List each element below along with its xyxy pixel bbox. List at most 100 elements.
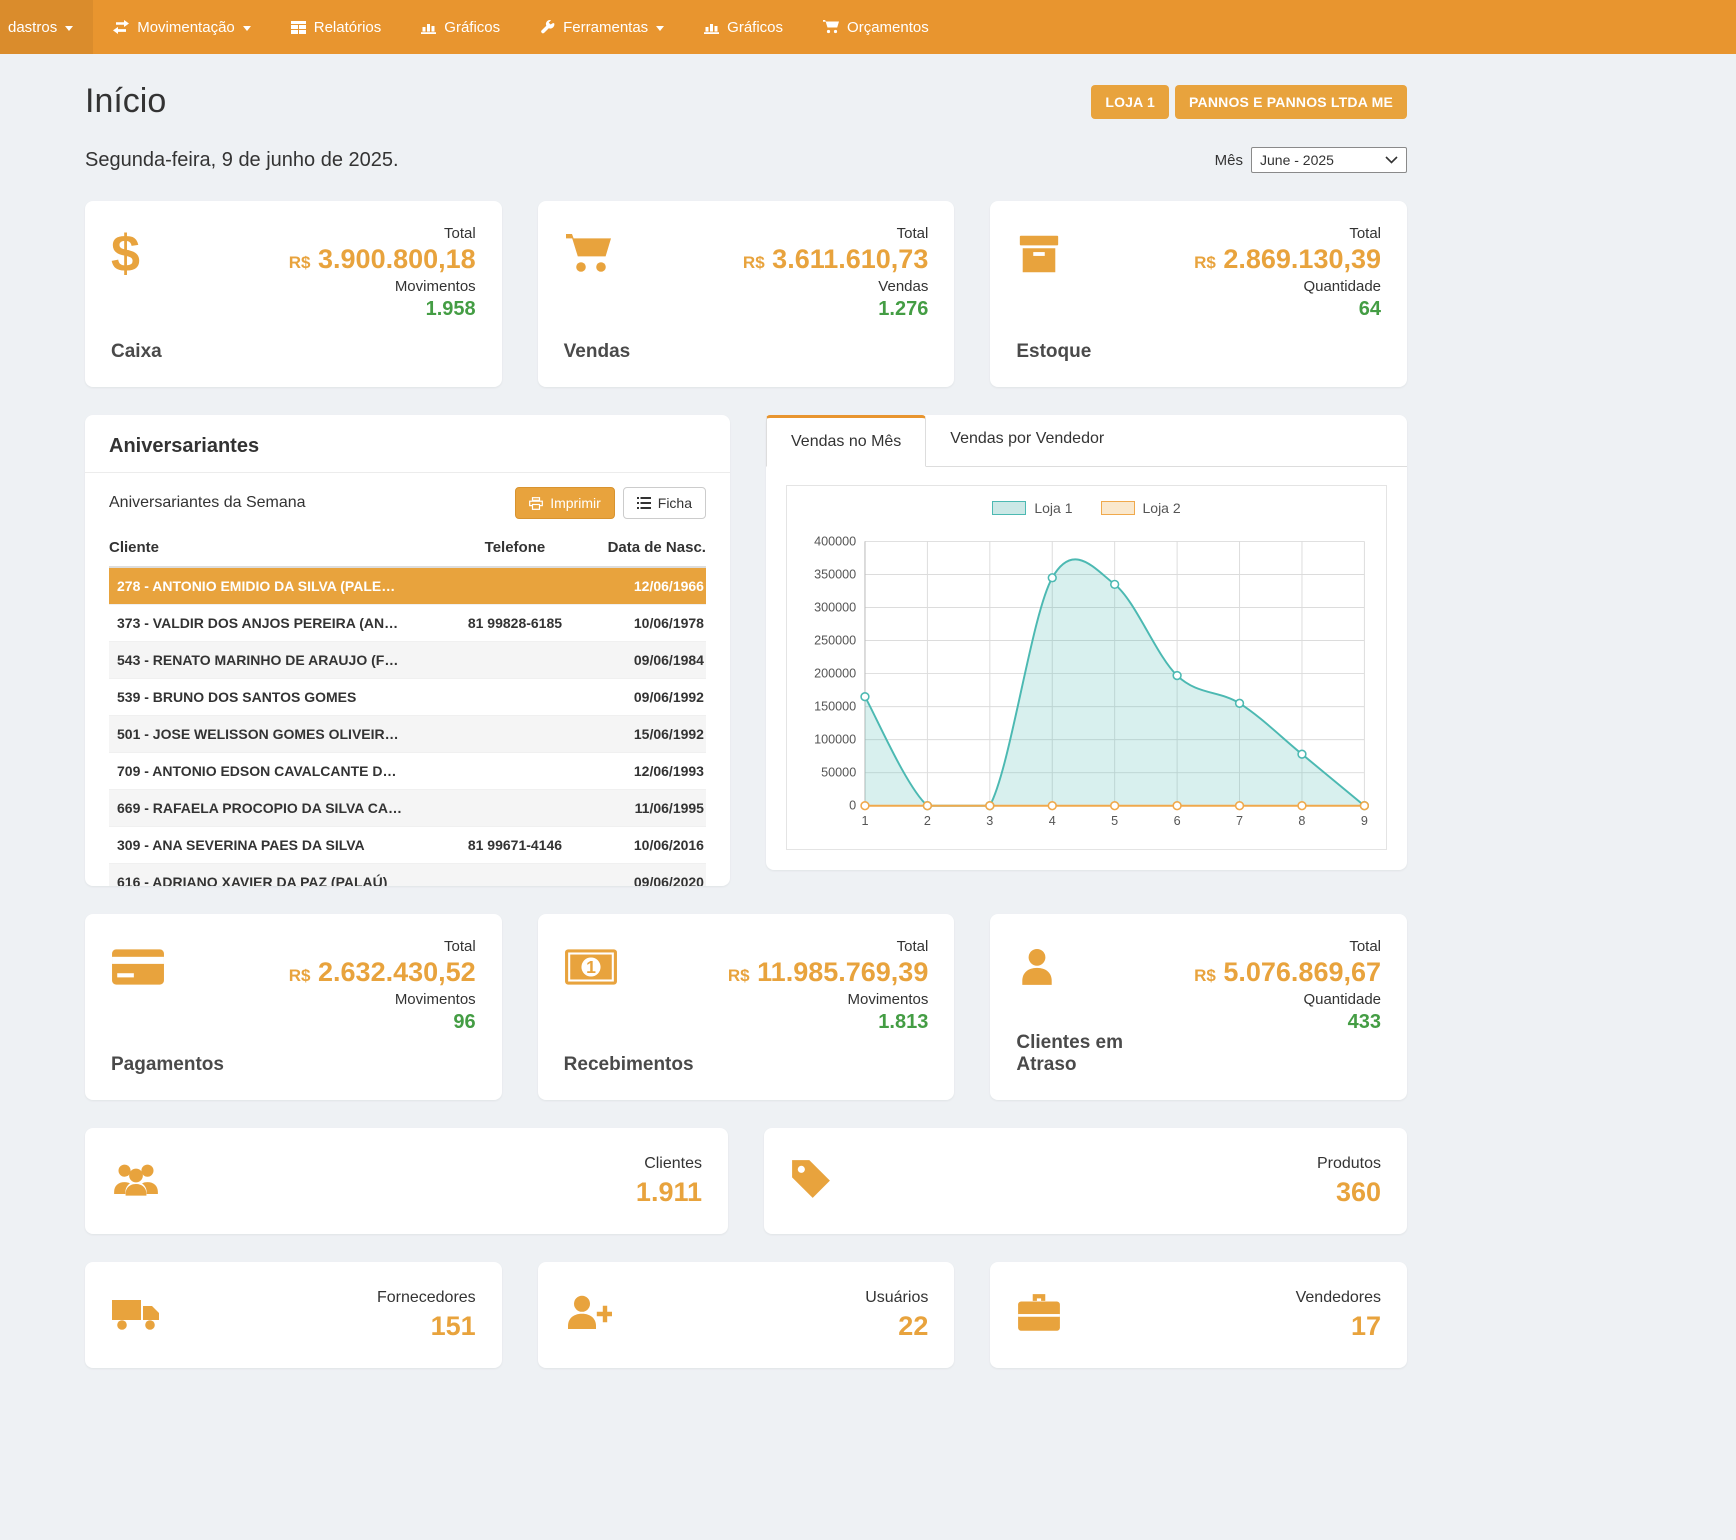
- table-row[interactable]: 278 - ANTONIO EMIDIO DA SILVA (PALE…12/0…: [109, 568, 706, 605]
- total-label: Total: [728, 938, 928, 955]
- person-icon: [1016, 938, 1166, 996]
- caixa-count: 1.958: [289, 298, 476, 321]
- date-text: Segunda-feira, 9 de junho de 2025.: [85, 149, 399, 172]
- total-label: Total: [289, 225, 476, 242]
- svg-text:400000: 400000: [814, 534, 856, 548]
- clientes-label: Clientes: [636, 1155, 702, 1173]
- table-row[interactable]: 501 - JOSE WELISSON GOMES OLIVEIR…15/06/…: [109, 716, 706, 753]
- svg-text:9: 9: [1361, 814, 1368, 828]
- exchange-icon: [113, 20, 129, 34]
- nav-ferramentas[interactable]: Ferramentas: [520, 0, 684, 54]
- nav-graficos-1-label: Gráficos: [444, 19, 500, 36]
- list-icon: [637, 497, 651, 509]
- store-button[interactable]: LOJA 1: [1091, 85, 1169, 119]
- imprimir-button[interactable]: Imprimir: [515, 487, 615, 519]
- table-row[interactable]: 309 - ANA SEVERINA PAES DA SILVA81 99671…: [109, 827, 706, 864]
- month-select-value: June - 2025: [1260, 152, 1334, 168]
- chart-legend: Loja 1 Loja 2: [795, 500, 1378, 516]
- vendedores-value: 17: [1296, 1311, 1381, 1342]
- svg-text:8: 8: [1298, 814, 1305, 828]
- pagamentos-total: R$ 2.632.430,52: [289, 958, 476, 988]
- report-icon: [291, 21, 306, 34]
- dollar-icon: $: [111, 225, 162, 283]
- svg-text:150000: 150000: [814, 699, 856, 713]
- nav-cadastros[interactable]: dastros: [0, 0, 93, 54]
- clientes-atraso-title: Clientes em Atraso: [1016, 1032, 1166, 1076]
- nav-relatorios[interactable]: Relatórios: [271, 0, 402, 54]
- column-cliente: Cliente: [109, 539, 443, 556]
- svg-text:2: 2: [924, 814, 931, 828]
- pagamentos-card: Pagamentos Total R$ 2.632.430,52 Movimen…: [85, 914, 502, 1100]
- caixa-total: R$ 3.900.800,18: [289, 245, 476, 275]
- clientes-atraso-card: Clientes em Atraso Total R$ 5.076.869,67…: [990, 914, 1407, 1100]
- money-icon: 1: [564, 938, 694, 996]
- tab-vendas-no-mes[interactable]: Vendas no Mês: [766, 415, 926, 467]
- nav-movimentacao-label: Movimentação: [137, 19, 235, 36]
- loja2-swatch: [1101, 501, 1135, 515]
- company-button[interactable]: PANNOS E PANNOS LTDA ME: [1175, 85, 1407, 119]
- briefcase-icon: [1016, 1293, 1062, 1338]
- nav-graficos-1[interactable]: Gráficos: [401, 0, 520, 54]
- svg-text:1: 1: [861, 814, 868, 828]
- chevron-down-icon: [65, 26, 73, 31]
- ficha-button[interactable]: Ficha: [623, 487, 706, 519]
- page-content: Início LOJA 1 PANNOS E PANNOS LTDA ME Se…: [85, 82, 1407, 1418]
- recebimentos-card: 1 Recebimentos Total R$ 11.985.769,39 Mo…: [538, 914, 955, 1100]
- nav-cadastros-label: dastros: [8, 19, 57, 36]
- nav-movimentacao[interactable]: Movimentação: [93, 0, 271, 54]
- box-icon: [1016, 225, 1091, 283]
- vendas-total: R$ 3.611.610,73: [743, 245, 928, 275]
- loja1-swatch: [992, 501, 1026, 515]
- quantidade-label: Quantidade: [1194, 991, 1381, 1008]
- page-title: Início: [85, 82, 166, 121]
- table-row[interactable]: 543 - RENATO MARINHO DE ARAUJO (F…09/06/…: [109, 642, 706, 679]
- recebimentos-title: Recebimentos: [564, 1054, 694, 1076]
- chevron-down-icon: [243, 26, 251, 31]
- table-row[interactable]: 539 - BRUNO DOS SANTOS GOMES09/06/1992: [109, 679, 706, 716]
- svg-text:100000: 100000: [814, 733, 856, 747]
- truck-icon: [111, 1293, 161, 1338]
- fornecedores-value: 151: [377, 1311, 476, 1342]
- users-icon: [111, 1158, 161, 1205]
- vendedores-label: Vendedores: [1296, 1289, 1381, 1307]
- tab-vendas-por-vendedor[interactable]: Vendas por Vendedor: [926, 415, 1128, 466]
- clientes-card: Clientes 1.911: [85, 1128, 728, 1234]
- nav-graficos-2[interactable]: Gráficos: [684, 0, 803, 54]
- table-row[interactable]: 373 - VALDIR DOS ANJOS PEREIRA (AN…81 99…: [109, 605, 706, 642]
- svg-text:7: 7: [1236, 814, 1243, 828]
- column-telefone: Telefone: [443, 539, 586, 556]
- table-row[interactable]: 709 - ANTONIO EDSON CAVALCANTE D…12/06/1…: [109, 753, 706, 790]
- produtos-label: Produtos: [1317, 1155, 1381, 1173]
- svg-text:50000: 50000: [821, 766, 856, 780]
- nav-orcamentos[interactable]: Orçamentos: [803, 0, 949, 54]
- table-row[interactable]: 616 - ADRIANO XAVIER DA PAZ (PALAÚ)09/06…: [109, 864, 706, 886]
- produtos-value: 360: [1317, 1177, 1381, 1208]
- estoque-card: Estoque Total R$ 2.869.130,39 Quantidade…: [990, 201, 1407, 387]
- usuarios-value: 22: [865, 1311, 928, 1342]
- recebimentos-count: 1.813: [728, 1011, 928, 1034]
- vendas-title: Vendas: [564, 341, 631, 363]
- sales-chart-card: Vendas no Mês Vendas por Vendedor Loja 1…: [766, 415, 1407, 870]
- svg-text:0: 0: [849, 799, 856, 813]
- svg-text:250000: 250000: [814, 633, 856, 647]
- svg-text:1: 1: [586, 957, 596, 977]
- table-row[interactable]: 669 - RAFAELA PROCOPIO DA SILVA CA…11/06…: [109, 790, 706, 827]
- nav-orcamentos-label: Orçamentos: [847, 19, 929, 36]
- nav-graficos-2-label: Gráficos: [727, 19, 783, 36]
- aniversariantes-subtitle: Aniversariantes da Semana: [109, 494, 306, 512]
- svg-text:6: 6: [1174, 814, 1181, 828]
- clientes-value: 1.911: [636, 1177, 702, 1208]
- total-label: Total: [743, 225, 928, 242]
- cart-icon: [564, 225, 631, 283]
- month-select[interactable]: June - 2025: [1251, 147, 1407, 173]
- movimentos-label: Movimentos: [728, 991, 928, 1008]
- nav-ferramentas-label: Ferramentas: [563, 19, 648, 36]
- movimentos-label: Movimentos: [289, 278, 476, 295]
- movimentos-label: Movimentos: [289, 991, 476, 1008]
- cart-icon: [823, 20, 839, 34]
- sales-chart-svg: 0500001000001500002000002500003000003500…: [795, 522, 1378, 843]
- total-label: Total: [1194, 938, 1381, 955]
- chevron-down-icon: [656, 26, 664, 31]
- caixa-card: $ Caixa Total R$ 3.900.800,18 Movimentos…: [85, 201, 502, 387]
- caixa-title: Caixa: [111, 341, 162, 363]
